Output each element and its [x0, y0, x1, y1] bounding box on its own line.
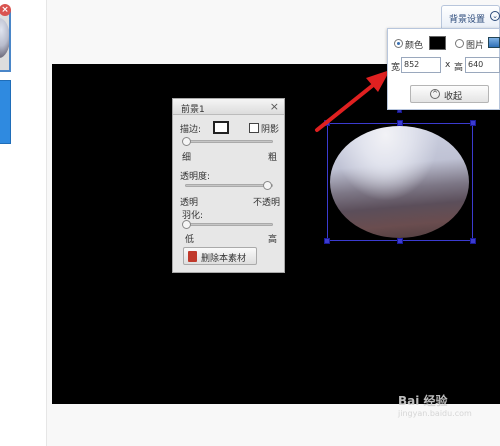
color-label: 颜色 — [405, 41, 424, 51]
opacity-label: 透明度: — [180, 172, 211, 182]
thick-label: 粗 — [268, 153, 278, 163]
transparent-label: 透明 — [180, 198, 199, 208]
thin-label: 细 — [182, 153, 192, 163]
background-settings-panel: 颜色 图片 宽 852 x 高 640 ^ 收起 — [387, 28, 500, 110]
background-color-swatch[interactable] — [429, 36, 446, 50]
height-label: 高 — [454, 63, 464, 73]
stroke-slider-knob[interactable] — [182, 137, 191, 146]
high-label: 高 — [268, 235, 278, 245]
chevron-circle-icon[interactable]: ⌄ — [490, 11, 500, 21]
feather-slider-track[interactable] — [185, 223, 273, 226]
picture-icon[interactable] — [488, 37, 500, 48]
foreground-panel: 前景1 × 描边: 阴影 细 粗 透明度: 透明 不透明 羽化: 低 高 删除本… — [172, 98, 285, 273]
opacity-slider-knob[interactable] — [263, 181, 272, 190]
width-input[interactable]: 852 — [401, 57, 441, 73]
times-sign: x — [445, 60, 451, 70]
stroke-color-box[interactable] — [213, 121, 229, 134]
opacity-slider-track[interactable] — [185, 184, 273, 187]
collapse-label: 收起 — [444, 92, 463, 102]
foreground-panel-title: 前景1 — [181, 105, 205, 115]
collapse-button[interactable]: ^ 收起 — [410, 85, 489, 103]
opaque-label: 不透明 — [253, 198, 281, 208]
close-icon[interactable]: × — [270, 100, 279, 113]
delete-material-label: 删除本素材 — [201, 254, 247, 264]
tab-background-settings-label: 背景设置 — [449, 15, 486, 25]
picture-label: 图片 — [466, 41, 485, 51]
delete-material-button[interactable]: 删除本素材 — [183, 247, 257, 265]
stroke-label: 描边: — [180, 125, 202, 135]
trash-icon — [188, 251, 197, 262]
watermark-main: Bai 经验 — [398, 394, 448, 408]
shadow-checkbox[interactable] — [249, 123, 259, 133]
feather-slider-knob[interactable] — [182, 220, 191, 229]
watermark: Bai 经验 jingyan.baidu.com — [398, 392, 472, 418]
width-label: 宽 — [391, 63, 401, 73]
watermark-sub: jingyan.baidu.com — [398, 409, 472, 418]
stroke-slider-track[interactable] — [185, 140, 273, 143]
low-label: 低 — [185, 235, 195, 245]
height-input[interactable]: 640 — [465, 57, 500, 73]
color-radio[interactable] — [394, 39, 403, 48]
shadow-label: 阴影 — [261, 125, 280, 135]
chevron-up-circle-icon: ^ — [430, 89, 440, 99]
foreground-panel-titlebar[interactable]: 前景1 × — [173, 99, 284, 115]
tab-background-settings[interactable]: 背景设置 ⌄ — [441, 5, 500, 29]
picture-radio[interactable] — [455, 39, 464, 48]
